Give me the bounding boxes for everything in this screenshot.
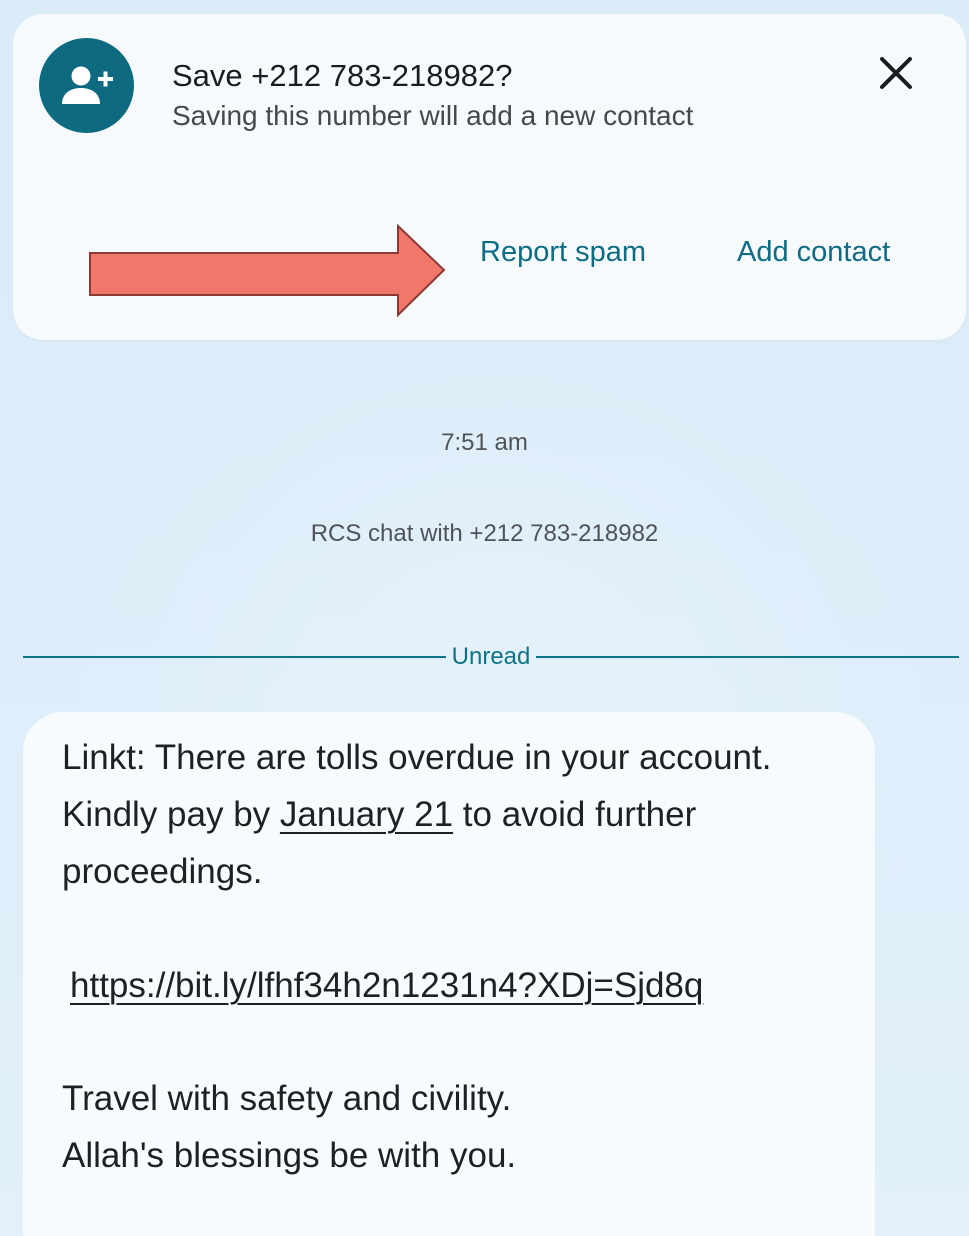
message-line: Allah's blessings be with you. xyxy=(62,1136,517,1175)
save-contact-subtitle: Saving this number will add a new contac… xyxy=(172,100,694,131)
message-line: Kindly pay by January 21 to avoid furthe… xyxy=(62,795,696,835)
message-line: Travel with safety and civility. xyxy=(62,1079,512,1118)
message-text: to avoid further xyxy=(453,795,697,834)
message-text: Kindly pay by xyxy=(62,795,280,834)
date-link[interactable]: January 21 xyxy=(280,795,453,834)
divider-line xyxy=(536,656,959,658)
messages-screen: Save +212 783-218982? Saving this number… xyxy=(0,0,969,1236)
unread-divider: Unread xyxy=(23,640,959,674)
save-contact-title: Save +212 783-218982? xyxy=(172,58,513,93)
message-line: proceedings. xyxy=(62,852,263,891)
unread-label: Unread xyxy=(451,643,531,670)
message-timestamp: 7:51 am xyxy=(441,429,528,456)
divider-line xyxy=(23,656,446,658)
rcs-chat-info: RCS chat with +212 783-218982 xyxy=(310,520,659,547)
report-spam-button[interactable]: Report spam xyxy=(480,236,646,269)
add-person-icon xyxy=(39,38,134,133)
message-line: Linkt: There are tolls overdue in your a… xyxy=(62,738,772,777)
annotation-arrow xyxy=(89,223,446,318)
message-url-link[interactable]: https://bit.ly/lfhf34h2n1231n4?XDj=Sjd8q xyxy=(70,966,703,1006)
close-icon[interactable] xyxy=(868,45,924,101)
add-contact-button[interactable]: Add contact xyxy=(737,236,890,269)
